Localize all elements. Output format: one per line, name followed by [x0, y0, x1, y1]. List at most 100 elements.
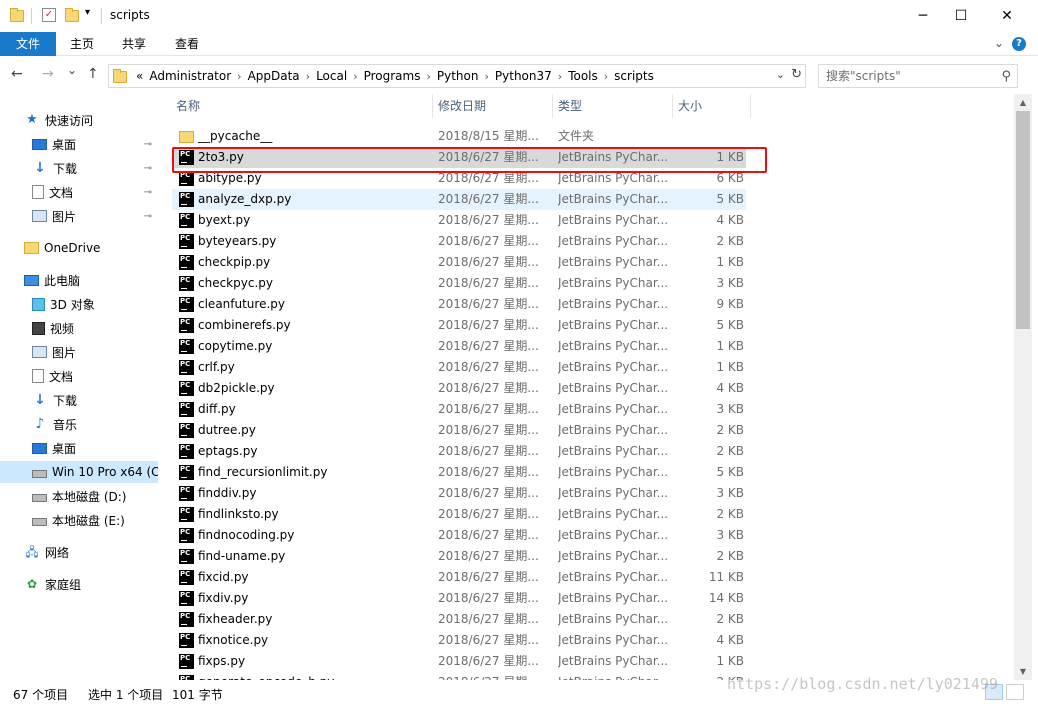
- pin-icon[interactable]: ⊸: [144, 211, 152, 222]
- table-row[interactable]: PC find-uname.py 2018/6/27 星期... JetBrains …: [172, 546, 746, 567]
- breadcrumb-programs[interactable]: Programs: [364, 69, 421, 83]
- table-row[interactable]: PC byteyears.py 2018/6/27 星期... JetBrains P…: [172, 231, 746, 252]
- sidebar-item[interactable]: 此电脑: [0, 269, 158, 291]
- breadcrumb-appdata[interactable]: AppData: [248, 69, 300, 83]
- search-icon[interactable]: ⚲: [1001, 66, 1011, 88]
- table-row[interactable]: PC analyze_dxp.py 2018/6/27 星期... JetBrains…: [172, 189, 746, 210]
- expand-ribbon-icon[interactable]: ⌄: [994, 36, 1004, 50]
- tab-home[interactable]: 主页: [56, 32, 108, 56]
- table-row[interactable]: PCgenerate_opcode_h.py2018/6/27 星期...Jet…: [172, 672, 746, 680]
- chevron-right-icon[interactable]: ›: [426, 70, 430, 83]
- table-row[interactable]: PC diff.py 2018/6/27 星期... JetBrains PyChar…: [172, 399, 746, 420]
- sidebar-item[interactable]: ↓ 下载 ⊸: [0, 157, 158, 179]
- table-row[interactable]: PC 2to3.py 2018/6/27 星期... JetBrains PyChar…: [172, 147, 746, 168]
- breadcrumb-scripts[interactable]: scripts: [614, 69, 654, 83]
- sidebar-item[interactable]: 文档: [0, 365, 158, 387]
- table-row[interactable]: PC checkpyc.py 2018/6/27 星期... JetBrains Py…: [172, 273, 746, 294]
- large-icons-view-icon[interactable]: [1006, 684, 1024, 700]
- up-button[interactable]: ↑: [87, 66, 99, 82]
- back-button[interactable]: ←: [11, 66, 23, 82]
- vertical-scrollbar[interactable]: ▲ ▼: [1014, 94, 1032, 680]
- column-header-type[interactable]: 类型: [554, 94, 672, 118]
- sidebar-item[interactable]: OneDrive: [0, 237, 158, 259]
- sidebar-item[interactable]: 本地磁盘 (E:): [0, 509, 158, 531]
- table-row[interactable]: PC abitype.py 2018/6/27 星期... JetBrains PyC…: [172, 168, 746, 189]
- sidebar-item[interactable]: 图片: [0, 341, 158, 363]
- sidebar-item[interactable]: 视频: [0, 317, 158, 339]
- table-row[interactable]: PC findnocoding.py 2018/6/27 星期... JetBrain…: [172, 525, 746, 546]
- column-divider[interactable]: [750, 94, 751, 118]
- table-row[interactable]: PC fixps.py 2018/6/27 星期... JetBrains PyCha…: [172, 651, 746, 672]
- scroll-down-icon[interactable]: ▼: [1014, 663, 1032, 680]
- breadcrumb-python37[interactable]: Python37: [495, 69, 552, 83]
- chevron-down-icon[interactable]: ⌄: [776, 68, 785, 81]
- help-icon[interactable]: ?: [1012, 37, 1026, 51]
- sidebar-item[interactable]: ★ 快速访问: [0, 109, 158, 131]
- file-name: find-uname.py: [198, 549, 286, 563]
- table-row[interactable]: PC fixcid.py 2018/6/27 星期... JetBrains PyCh…: [172, 567, 746, 588]
- breadcrumb-python[interactable]: Python: [437, 69, 479, 83]
- table-row[interactable]: PC findlinksto.py 2018/6/27 星期... JetBrains…: [172, 504, 746, 525]
- breadcrumb-overflow[interactable]: «: [136, 69, 143, 83]
- sidebar-item[interactable]: ♪ 音乐: [0, 413, 158, 435]
- table-row[interactable]: PC cleanfuture.py 2018/6/27 星期... JetBrains…: [172, 294, 746, 315]
- tab-view[interactable]: 查看: [161, 32, 213, 56]
- chevron-right-icon[interactable]: ›: [306, 70, 310, 83]
- chevron-right-icon[interactable]: ›: [485, 70, 489, 83]
- table-row[interactable]: PC fixnotice.py 2018/6/27 星期... JetBrains P…: [172, 630, 746, 651]
- tab-file[interactable]: 文件: [0, 32, 56, 56]
- column-header-size[interactable]: 大小: [674, 94, 750, 118]
- sidebar-item[interactable]: 🖧 网络: [0, 541, 158, 563]
- sidebar-item[interactable]: 文档 ⊸: [0, 181, 158, 203]
- table-row[interactable]: PC finddiv.py 2018/6/27 星期... JetBrains PyC…: [172, 483, 746, 504]
- table-row[interactable]: __pycache__ 2018/8/15 星期... 文件夹: [172, 126, 746, 147]
- close-button[interactable]: ✕: [984, 0, 1030, 32]
- maximize-button[interactable]: ☐: [938, 0, 984, 32]
- table-row[interactable]: PC fixdiv.py 2018/6/27 星期... JetBrains PyCh…: [172, 588, 746, 609]
- table-row[interactable]: PC db2pickle.py 2018/6/27 星期... JetBrains P…: [172, 378, 746, 399]
- table-row[interactable]: PC find_recursionlimit.py 2018/6/27 星期... J…: [172, 462, 746, 483]
- sidebar-item[interactable]: Win 10 Pro x64 (C: [0, 461, 158, 483]
- chevron-right-icon[interactable]: ›: [353, 70, 357, 83]
- pin-icon[interactable]: ⊸: [144, 163, 152, 174]
- chevron-right-icon[interactable]: ›: [237, 70, 241, 83]
- sidebar-item[interactable]: 图片 ⊸: [0, 205, 158, 227]
- pin-icon[interactable]: ⊸: [144, 187, 152, 198]
- search-input[interactable]: 搜索"scripts" ⚲: [818, 64, 1018, 88]
- customize-quick-access-icon[interactable]: ▾: [85, 7, 90, 18]
- table-row[interactable]: PC checkpip.py 2018/6/27 星期... JetBrains Py…: [172, 252, 746, 273]
- column-divider[interactable]: [432, 94, 433, 118]
- table-row[interactable]: PC crlf.py 2018/6/27 星期... JetBrains PyChar…: [172, 357, 746, 378]
- sidebar-item[interactable]: 桌面: [0, 437, 158, 459]
- table-row[interactable]: PC fixheader.py 2018/6/27 星期... JetBrains P…: [172, 609, 746, 630]
- chevron-right-icon[interactable]: ›: [558, 70, 562, 83]
- column-header-date[interactable]: 修改日期: [434, 94, 552, 118]
- pin-icon[interactable]: ⊸: [144, 139, 152, 150]
- sidebar-item[interactable]: ↓ 下载: [0, 389, 158, 411]
- column-divider[interactable]: [552, 94, 553, 118]
- scrollbar-thumb[interactable]: [1016, 111, 1030, 329]
- properties-icon[interactable]: ✓: [42, 8, 56, 22]
- breadcrumb-administrator[interactable]: Administrator: [149, 69, 231, 83]
- recent-locations-button[interactable]: ⌄: [67, 63, 77, 77]
- sidebar-item[interactable]: 3D 对象: [0, 293, 158, 315]
- sidebar-item[interactable]: ✿ 家庭组: [0, 573, 158, 595]
- tab-share[interactable]: 共享: [108, 32, 160, 56]
- scroll-up-icon[interactable]: ▲: [1014, 94, 1032, 111]
- table-row[interactable]: PC combinerefs.py 2018/6/27 星期... JetBrains…: [172, 315, 746, 336]
- forward-button[interactable]: →: [42, 66, 54, 82]
- refresh-icon[interactable]: ↻: [791, 67, 802, 82]
- breadcrumb-tools[interactable]: Tools: [568, 69, 598, 83]
- table-row[interactable]: PC copytime.py 2018/6/27 星期... JetBrains Py…: [172, 336, 746, 357]
- chevron-right-icon[interactable]: ›: [604, 70, 608, 83]
- sidebar-item[interactable]: 桌面 ⊸: [0, 133, 158, 155]
- sidebar-item[interactable]: 本地磁盘 (D:): [0, 485, 158, 507]
- table-row[interactable]: PC eptags.py 2018/6/27 星期... JetBrains PyCh…: [172, 441, 746, 462]
- breadcrumb-local[interactable]: Local: [316, 69, 347, 83]
- table-row[interactable]: PC dutree.py 2018/6/27 星期... JetBrains PyCh…: [172, 420, 746, 441]
- new-folder-icon[interactable]: [65, 8, 79, 22]
- column-divider[interactable]: [672, 94, 673, 118]
- column-header-name[interactable]: 名称: [172, 94, 432, 118]
- table-row[interactable]: PC byext.py 2018/6/27 星期... JetBrains PyCha…: [172, 210, 746, 231]
- address-bar[interactable]: « Administrator › AppData › Local › Prog…: [108, 64, 806, 88]
